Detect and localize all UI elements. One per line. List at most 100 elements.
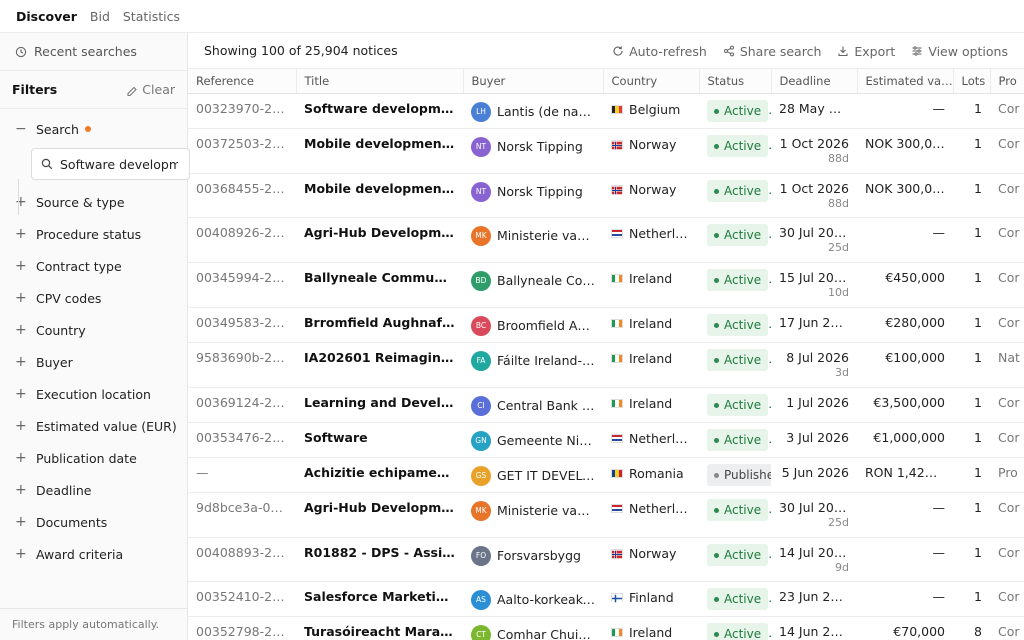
title-cell[interactable]: Mobile development par… — [304, 174, 455, 196]
title-cell[interactable]: Ballyneale Community D… — [304, 263, 455, 285]
status-text: Active — [724, 591, 762, 606]
table-row[interactable]: 9d8bce3a-0ab… Agri-Hub Development … MK Min… — [188, 492, 1024, 538]
title-cell[interactable]: Agri-Hub Development … — [304, 493, 455, 515]
table-row[interactable]: 00345994-2026 Ballyneale Community D… BD Ba… — [188, 262, 1024, 308]
reference-cell[interactable]: 00345994-2026 — [196, 263, 288, 285]
buyer-cell[interactable]: AS Aalto-korkeako… — [471, 582, 595, 610]
table-row[interactable]: 00368455-2026 Mobile development par… NT No… — [188, 173, 1024, 218]
reference-cell[interactable]: 00352410-2026 — [196, 582, 288, 604]
column-header-title[interactable]: Title — [296, 69, 464, 94]
title-cell[interactable]: Learning and Developm… — [304, 388, 455, 410]
lots-cell: 1 — [974, 224, 982, 240]
title-cell[interactable]: Software — [304, 423, 455, 445]
share-search-button[interactable]: Share search — [723, 44, 821, 59]
table-row[interactable]: 00352798-2026 Turasóireacht Mara Out… CT Co… — [188, 616, 1024, 640]
filter-source-type[interactable]: + Source & type — [0, 186, 187, 218]
column-header-estimated-value[interactable]: Estimated va… — [857, 69, 954, 94]
reference-cell[interactable]: 00408926-2026 — [196, 218, 288, 240]
filter-buyer[interactable]: + Buyer — [0, 346, 187, 378]
column-header-buyer[interactable]: Buyer — [463, 69, 604, 94]
reference-cell[interactable]: 9583690b-21a… — [196, 343, 288, 365]
view-options-button[interactable]: View options — [911, 44, 1008, 59]
table-row[interactable]: 00369124-2026 Learning and Developm… CI Cen… — [188, 387, 1024, 423]
reference-cell[interactable]: — — [196, 458, 288, 480]
search-input-wrap — [0, 145, 190, 186]
reference-cell[interactable]: 00369124-2026 — [196, 388, 288, 410]
reference-cell[interactable]: 00353476-2026 — [196, 423, 288, 445]
filter-documents[interactable]: + Documents — [0, 506, 187, 538]
filter-execution-location[interactable]: + Execution location — [0, 378, 187, 410]
table-row[interactable]: 00353476-2026 Software GN Gemeente Nieu… Net… — [188, 422, 1024, 458]
table-row[interactable]: 9583690b-21a… IA202601 Reimagined M… FA Fái… — [188, 342, 1024, 388]
column-header-country[interactable]: Country — [603, 69, 700, 94]
title-cell[interactable]: Brromfield Aughnafarco… — [304, 308, 455, 330]
table-row[interactable]: 00408893-2026 R01882 - DPS - Assistanc… FO… — [188, 537, 1024, 582]
reference-cell[interactable]: 00323970-2026 — [196, 94, 288, 116]
tab-statistics[interactable]: Statistics — [123, 9, 180, 24]
reference-cell[interactable]: 00349583-2026 — [196, 308, 288, 330]
title-cell[interactable]: Agri-Hub Development … — [304, 218, 455, 240]
status-dot — [714, 322, 719, 328]
reference-cell[interactable]: 9d8bce3a-0ab… — [196, 493, 288, 515]
table-row[interactable]: 00349583-2026 Brromfield Aughnafarco… BC Br… — [188, 307, 1024, 343]
buyer-cell[interactable]: BD Ballyneale Com… — [471, 263, 595, 291]
reference-cell[interactable]: 00352798-2026 — [196, 617, 288, 639]
filter-estimated-value-eur[interactable]: + Estimated value (EUR) — [0, 410, 187, 442]
tab-discover[interactable]: Discover — [16, 9, 77, 24]
buyer-cell[interactable]: LH Lantis (de naa… — [471, 94, 595, 122]
title-cell[interactable]: Salesforce Marketing Cl… — [304, 582, 455, 604]
title-cell[interactable]: Mobile development par… — [304, 129, 455, 151]
column-header-procedure[interactable]: Pro — [990, 69, 1024, 94]
title-cell[interactable]: Achizitie echipamente d… — [304, 458, 455, 480]
table-row[interactable]: 00323970-2026 Software development LH Lanti… — [188, 93, 1024, 129]
reference-cell[interactable]: 00372503-2026 — [196, 129, 288, 151]
filter-search-toggle[interactable]: − Search — [0, 113, 187, 145]
clear-filters-button[interactable]: Clear — [126, 82, 175, 97]
table-row[interactable]: 00408926-2026 Agri-Hub Development … MK Min… — [188, 217, 1024, 263]
table-row[interactable]: 00352410-2026 Salesforce Marketing Cl… ASA… — [188, 581, 1024, 617]
recent-searches-button[interactable]: Recent searches — [0, 33, 187, 71]
buyer-name: GET IT DEVELO… — [497, 468, 595, 483]
buyer-cell[interactable]: MK Ministerie van … — [471, 493, 595, 521]
title-cell[interactable]: R01882 - DPS - Assistanc… — [304, 538, 455, 560]
title-cell[interactable]: IA202601 Reimagined M… — [304, 343, 455, 365]
country-cell: Netherla… — [611, 423, 691, 446]
column-header-reference[interactable]: Reference — [188, 69, 297, 94]
buyer-cell[interactable]: CI Central Bank of… — [471, 388, 595, 416]
buyer-cell[interactable]: FA Fáilte Ireland-N… — [471, 343, 595, 371]
filter-deadline[interactable]: + Deadline — [0, 474, 187, 506]
filter-procedure-status[interactable]: + Procedure status — [0, 218, 187, 250]
search-box[interactable] — [31, 148, 190, 180]
buyer-cell[interactable]: NT Norsk Tipping — [471, 174, 595, 202]
title-cell[interactable]: Software development — [304, 94, 455, 116]
table-row[interactable]: 00372503-2026 Mobile development par… NT No… — [188, 128, 1024, 174]
search-input[interactable] — [60, 156, 178, 172]
buyer-cell[interactable]: NT Norsk Tipping — [471, 129, 595, 157]
filter-publication-date[interactable]: + Publication date — [0, 442, 187, 474]
export-button[interactable]: Export — [837, 44, 895, 59]
buyer-cell[interactable]: GN Gemeente Nieu… — [471, 423, 595, 451]
auto-refresh-label: Auto-refresh — [629, 43, 707, 59]
buyer-cell[interactable]: FO Forsvarsbygg — [471, 538, 595, 566]
auto-refresh-button[interactable]: Auto-refresh — [612, 44, 707, 59]
table-row[interactable]: — Achizitie echipamente d… GS GET IT DEVELO… — [188, 457, 1024, 493]
filter-cpv-codes[interactable]: + CPV codes — [0, 282, 187, 314]
reference-cell[interactable]: 00368455-2026 — [196, 174, 288, 196]
buyer-cell[interactable]: GS GET IT DEVELO… — [471, 458, 595, 486]
buyer-cell[interactable]: CT Comhar Chuigé… — [471, 617, 595, 640]
tab-bid[interactable]: Bid — [90, 9, 110, 24]
filter-country[interactable]: + Country — [0, 314, 187, 346]
buyer-cell[interactable]: MK Ministerie van … — [471, 218, 595, 246]
filter-contract-type[interactable]: + Contract type — [0, 250, 187, 282]
status-badge: Active — [707, 498, 769, 521]
filter-award-criteria[interactable]: + Award criteria — [0, 538, 187, 570]
reference-cell[interactable]: 00408893-2026 — [196, 538, 288, 560]
buyer-avatar: MK — [471, 500, 491, 521]
column-header-lots[interactable]: Lots — [953, 69, 991, 94]
buyer-cell[interactable]: BC Broomfield Aug… — [471, 308, 595, 336]
filter-list: + Source & type + Procedure status + Contract… — [0, 186, 187, 570]
title-cell[interactable]: Turasóireacht Mara Out… — [304, 617, 455, 639]
column-header-status[interactable]: Status — [699, 69, 772, 94]
estimated-value-cell: — — [932, 100, 946, 116]
column-header-deadline[interactable]: Deadline — [771, 69, 858, 94]
